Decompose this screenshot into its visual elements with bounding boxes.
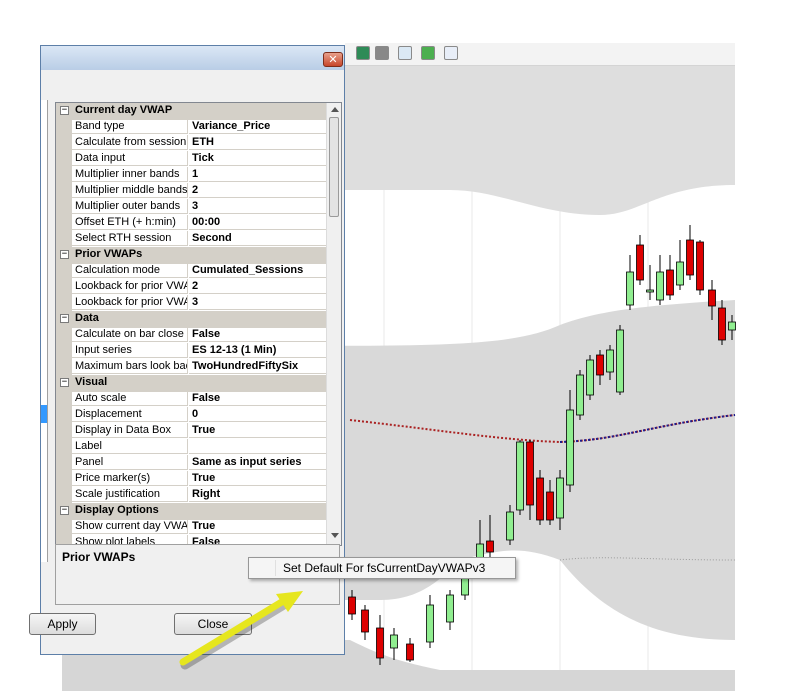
arrow-shadow	[180, 598, 292, 670]
annotation-arrow	[179, 591, 303, 670]
arrow-shaft	[179, 596, 289, 666]
